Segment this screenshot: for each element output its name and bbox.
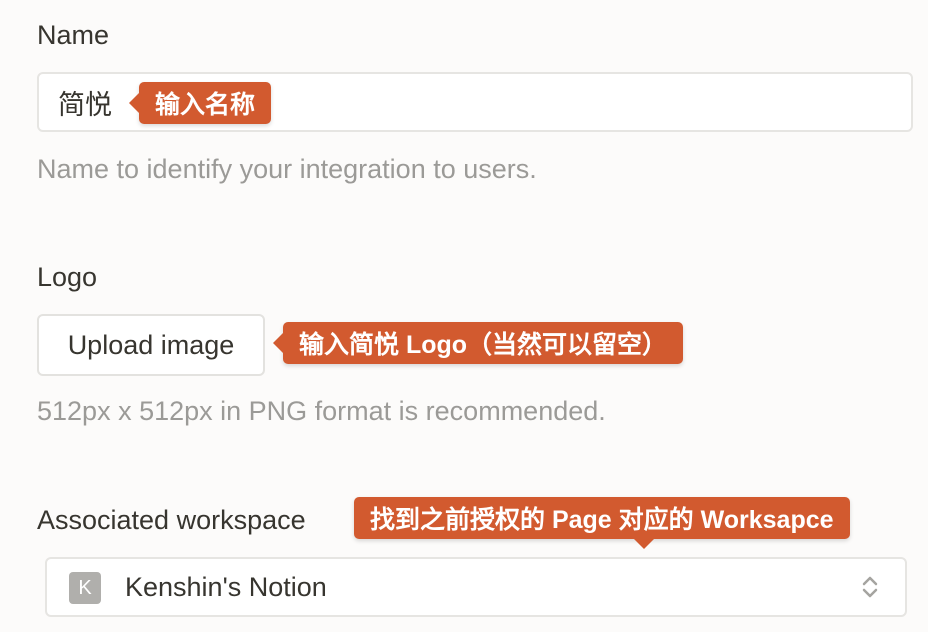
logo-callout: 输入简悦 Logo（当然可以留空）	[272, 322, 684, 364]
name-hint: Name to identify your integration to use…	[37, 154, 537, 184]
workspace-label: Associated workspace	[37, 505, 306, 535]
upload-image-button[interactable]: Upload image	[37, 314, 265, 376]
workspace-callout: 找到之前授权的 Page 对应的 Worksapce	[354, 497, 850, 549]
workspace-name: Kenshin's Notion	[125, 572, 327, 602]
logo-hint: 512px x 512px in PNG format is recommend…	[37, 396, 606, 426]
chevron-up-down-icon	[862, 576, 878, 598]
workspace-select[interactable]: K Kenshin's Notion	[45, 557, 907, 617]
name-input-value: 简悦	[58, 89, 112, 120]
name-callout: 输入名称	[128, 82, 272, 124]
logo-label: Logo	[37, 262, 98, 292]
name-label: Name	[37, 20, 110, 50]
workspace-avatar: K	[69, 572, 101, 604]
